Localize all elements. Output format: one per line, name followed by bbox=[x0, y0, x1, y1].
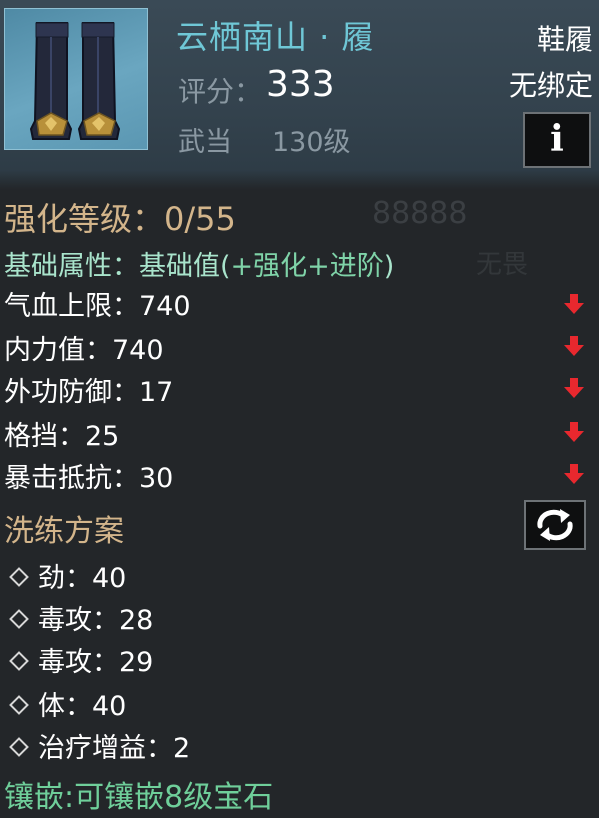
wash-row-label: 毒攻：29 bbox=[38, 647, 154, 678]
base-attr-header: 基础属性：基础值(+强化+进阶) bbox=[4, 244, 394, 283]
score-value: 333 bbox=[266, 64, 335, 105]
diamond-icon bbox=[9, 650, 29, 671]
wash-row: 劲：40 bbox=[8, 556, 126, 595]
enhance-level: 强化等级：0/55 bbox=[4, 200, 236, 238]
base-attr-header-prefix: 基础属性：基础值( bbox=[4, 251, 231, 282]
refresh-button[interactable] bbox=[524, 500, 586, 550]
level-label: 130级 bbox=[272, 127, 351, 158]
down-arrow-icon bbox=[564, 336, 584, 356]
diamond-icon bbox=[9, 736, 29, 757]
diamond-icon bbox=[9, 608, 29, 629]
diamond-icon bbox=[9, 566, 29, 587]
wash-title: 洗练方案 bbox=[4, 514, 124, 549]
item-type: 鞋履 bbox=[536, 23, 593, 56]
bind-status: 无绑定 bbox=[508, 69, 593, 102]
down-arrow-icon bbox=[564, 294, 584, 314]
wash-row: 体：40 bbox=[8, 684, 126, 723]
wash-row-label: 毒攻：28 bbox=[38, 605, 154, 636]
wash-row: 毒攻：29 bbox=[8, 640, 153, 679]
down-arrow-icon bbox=[564, 422, 584, 442]
item-icon-frame[interactable] bbox=[4, 8, 148, 150]
attr-row-hp: 气血上限：740 bbox=[4, 291, 191, 322]
wash-row-label: 劲：40 bbox=[38, 563, 127, 594]
school-label: 武当 bbox=[178, 127, 232, 158]
info-button[interactable]: i bbox=[523, 112, 591, 168]
base-attr-header-suffix: ) bbox=[383, 251, 395, 282]
boots-icon bbox=[29, 22, 121, 140]
refresh-icon bbox=[537, 509, 573, 541]
base-attr-header-bonus: +强化+进阶 bbox=[230, 251, 384, 282]
watermark-text: 无畏 bbox=[476, 250, 529, 280]
diamond-icon bbox=[9, 694, 29, 715]
wash-row: 治疗增益：2 bbox=[8, 726, 190, 765]
attr-row-defense: 外功防御：17 bbox=[4, 377, 174, 408]
wash-row-label: 体：40 bbox=[38, 691, 127, 722]
wash-row: 毒攻：28 bbox=[8, 598, 153, 637]
attr-row-crit-resist: 暴击抵抗：30 bbox=[4, 463, 174, 494]
attr-row-mp: 内力值：740 bbox=[4, 335, 164, 366]
attr-row-block: 格挡：25 bbox=[4, 421, 120, 452]
gem-slot-info: 镶嵌:可镶嵌8级宝石 bbox=[4, 780, 274, 815]
wash-row-label: 治疗增益：2 bbox=[38, 733, 191, 764]
down-arrow-icon bbox=[564, 378, 584, 398]
down-arrow-icon bbox=[564, 464, 584, 484]
watermark-number: 88888 bbox=[372, 196, 468, 231]
score-label: 评分： bbox=[178, 75, 263, 108]
item-name: 云栖南山 · 履 bbox=[176, 18, 375, 56]
